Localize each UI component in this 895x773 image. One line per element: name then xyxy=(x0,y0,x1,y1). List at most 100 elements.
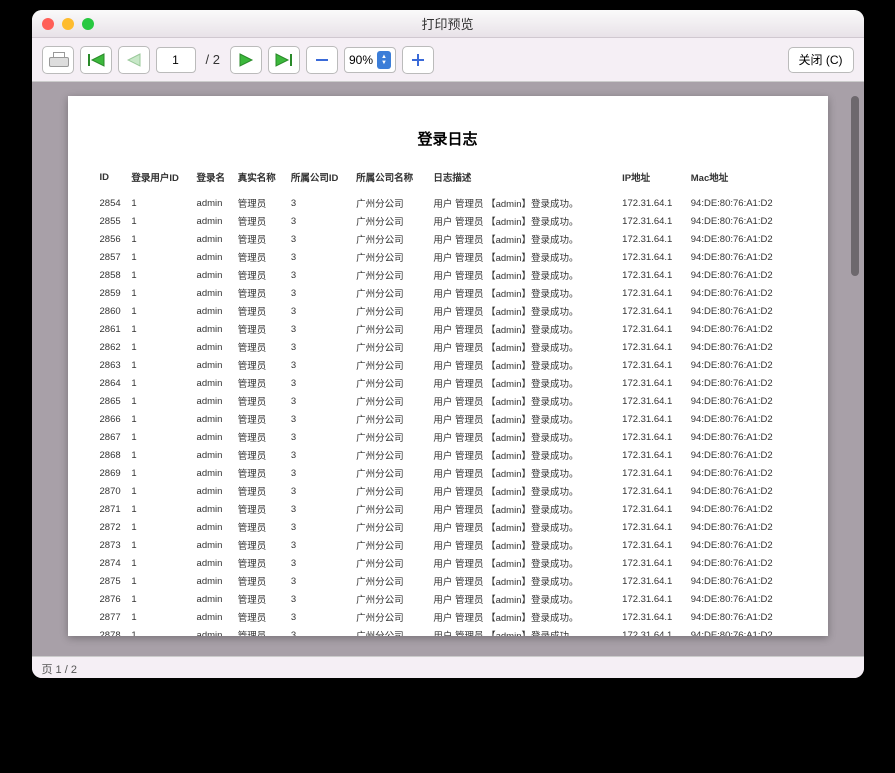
table-cell: 3 xyxy=(289,302,354,320)
table-cell: 用户 管理员 【admin】登录成功。 xyxy=(431,230,620,248)
printer-icon xyxy=(49,52,67,68)
table-cell: 1 xyxy=(129,392,194,410)
table-cell: 管理员 xyxy=(236,572,289,590)
table-row: 28611admin管理员3广州分公司用户 管理员 【admin】登录成功。17… xyxy=(98,320,798,338)
table-cell: 172.31.64.1 xyxy=(620,572,689,590)
table-cell: 广州分公司 xyxy=(354,356,431,374)
table-cell: 广州分公司 xyxy=(354,446,431,464)
table-cell: 94:DE:80:76:A1:D2 xyxy=(689,302,798,320)
table-cell: 2861 xyxy=(98,320,130,338)
table-cell: 94:DE:80:76:A1:D2 xyxy=(689,500,798,518)
table-cell: 2863 xyxy=(98,356,130,374)
table-cell: admin xyxy=(195,500,236,518)
table-cell: 3 xyxy=(289,248,354,266)
table-cell: 广州分公司 xyxy=(354,248,431,266)
table-cell: 用户 管理员 【admin】登录成功。 xyxy=(431,626,620,636)
next-page-button[interactable] xyxy=(230,46,262,74)
table-cell: 2871 xyxy=(98,500,130,518)
table-cell: 用户 管理员 【admin】登录成功。 xyxy=(431,500,620,518)
table-cell: 用户 管理员 【admin】登录成功。 xyxy=(431,590,620,608)
table-cell: 用户 管理员 【admin】登录成功。 xyxy=(431,428,620,446)
table-cell: 用户 管理员 【admin】登录成功。 xyxy=(431,320,620,338)
table-cell: 2855 xyxy=(98,212,130,230)
page-number-input[interactable] xyxy=(156,47,196,73)
table-row: 28691admin管理员3广州分公司用户 管理员 【admin】登录成功。17… xyxy=(98,464,798,482)
table-cell: 172.31.64.1 xyxy=(620,230,689,248)
table-cell: 用户 管理员 【admin】登录成功。 xyxy=(431,248,620,266)
table-cell: 172.31.64.1 xyxy=(620,302,689,320)
table-cell: 172.31.64.1 xyxy=(620,608,689,626)
zoom-select[interactable]: 90% ▲▼ xyxy=(344,47,396,73)
table-cell: 1 xyxy=(129,626,194,636)
table-cell: 3 xyxy=(289,410,354,428)
table-cell: 2860 xyxy=(98,302,130,320)
zoom-out-button[interactable] xyxy=(306,46,338,74)
plus-icon xyxy=(410,52,426,68)
table-cell: 94:DE:80:76:A1:D2 xyxy=(689,374,798,392)
close-button[interactable]: 关闭 (C) xyxy=(788,47,854,73)
table-row: 28541admin管理员3广州分公司用户 管理员 【admin】登录成功。17… xyxy=(98,194,798,212)
table-cell: 广州分公司 xyxy=(354,212,431,230)
table-cell: 1 xyxy=(129,518,194,536)
window: 打印预览 / 2 90% ▲▼ 关闭 (C) xyxy=(32,10,864,678)
table-cell: 172.31.64.1 xyxy=(620,248,689,266)
table-cell: 管理员 xyxy=(236,590,289,608)
table-cell: admin xyxy=(195,392,236,410)
table-cell: 172.31.64.1 xyxy=(620,554,689,572)
first-page-icon xyxy=(86,53,106,67)
column-header: 登录用户ID xyxy=(129,167,194,194)
table-cell: 1 xyxy=(129,194,194,212)
table-cell: 172.31.64.1 xyxy=(620,338,689,356)
table-row: 28581admin管理员3广州分公司用户 管理员 【admin】登录成功。17… xyxy=(98,266,798,284)
table-cell: admin xyxy=(195,482,236,500)
table-cell: 94:DE:80:76:A1:D2 xyxy=(689,536,798,554)
table-cell: 94:DE:80:76:A1:D2 xyxy=(689,518,798,536)
next-page-icon xyxy=(236,53,256,67)
table-cell: 94:DE:80:76:A1:D2 xyxy=(689,428,798,446)
table-cell: 3 xyxy=(289,590,354,608)
table-cell: 1 xyxy=(129,428,194,446)
table-cell: 94:DE:80:76:A1:D2 xyxy=(689,266,798,284)
table-row: 28571admin管理员3广州分公司用户 管理员 【admin】登录成功。17… xyxy=(98,248,798,266)
table-cell: 1 xyxy=(129,464,194,482)
document-page: 登录日志 ID登录用户ID登录名真实名称所属公司ID所属公司名称日志描述IP地址… xyxy=(68,96,828,636)
table-cell: 广州分公司 xyxy=(354,500,431,518)
scrollbar-thumb[interactable] xyxy=(851,96,859,276)
table-cell: 2877 xyxy=(98,608,130,626)
prev-page-button[interactable] xyxy=(118,46,150,74)
first-page-button[interactable] xyxy=(80,46,112,74)
table-cell: 94:DE:80:76:A1:D2 xyxy=(689,392,798,410)
table-cell: 管理员 xyxy=(236,356,289,374)
table-cell: 广州分公司 xyxy=(354,536,431,554)
table-cell: 2867 xyxy=(98,428,130,446)
table-cell: admin xyxy=(195,428,236,446)
table-cell: 1 xyxy=(129,320,194,338)
table-cell: 94:DE:80:76:A1:D2 xyxy=(689,572,798,590)
table-cell: 广州分公司 xyxy=(354,572,431,590)
table-cell: 172.31.64.1 xyxy=(620,410,689,428)
table-cell: 1 xyxy=(129,338,194,356)
table-row: 28601admin管理员3广州分公司用户 管理员 【admin】登录成功。17… xyxy=(98,302,798,320)
table-cell: 172.31.64.1 xyxy=(620,518,689,536)
table-cell: 用户 管理员 【admin】登录成功。 xyxy=(431,572,620,590)
toolbar: / 2 90% ▲▼ 关闭 (C) xyxy=(32,38,864,82)
table-row: 28681admin管理员3广州分公司用户 管理员 【admin】登录成功。17… xyxy=(98,446,798,464)
table-cell: 172.31.64.1 xyxy=(620,284,689,302)
print-button[interactable] xyxy=(42,46,74,74)
table-cell: 管理员 xyxy=(236,482,289,500)
table-cell: 172.31.64.1 xyxy=(620,500,689,518)
table-cell: 广州分公司 xyxy=(354,266,431,284)
table-cell: 用户 管理员 【admin】登录成功。 xyxy=(431,302,620,320)
zoom-in-button[interactable] xyxy=(402,46,434,74)
table-cell: 1 xyxy=(129,266,194,284)
table-cell: 172.31.64.1 xyxy=(620,536,689,554)
table-cell: 3 xyxy=(289,338,354,356)
last-page-icon xyxy=(274,53,294,67)
table-cell: 用户 管理员 【admin】登录成功。 xyxy=(431,482,620,500)
table-cell: 2864 xyxy=(98,374,130,392)
vertical-scrollbar[interactable] xyxy=(848,96,862,642)
table-cell: 3 xyxy=(289,500,354,518)
table-cell: 广州分公司 xyxy=(354,194,431,212)
last-page-button[interactable] xyxy=(268,46,300,74)
table-cell: 用户 管理员 【admin】登录成功。 xyxy=(431,356,620,374)
